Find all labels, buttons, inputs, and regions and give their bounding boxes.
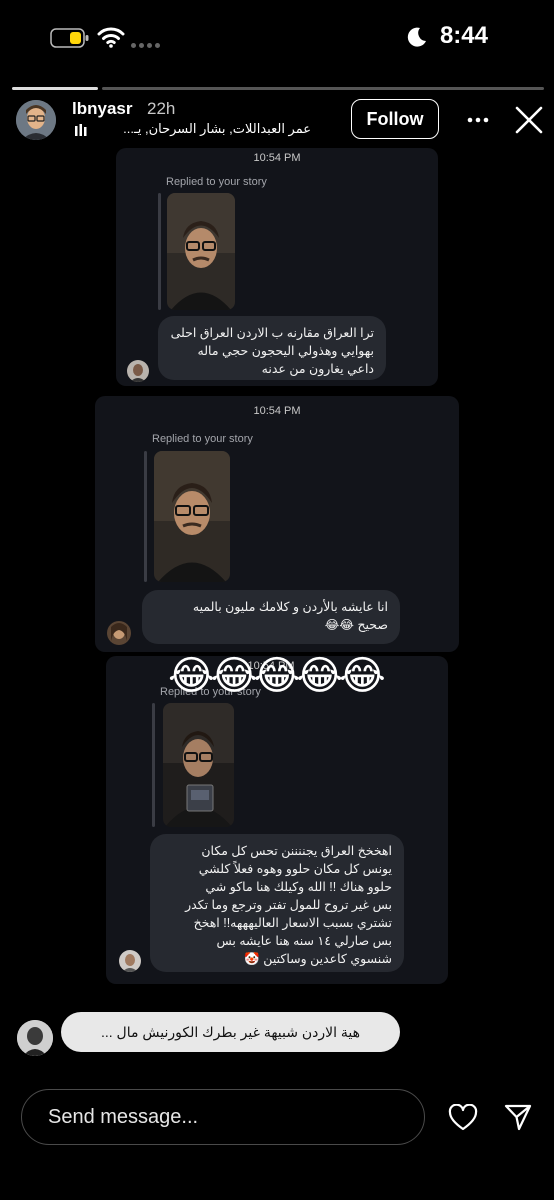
comment-bubble[interactable]: هية الاردن شبيهة غير بطرك الكورنيش مال .…	[61, 1012, 400, 1052]
message-input-placeholder: Send message...	[48, 1106, 199, 1128]
replied-to-story-label: Replied to your story	[166, 176, 267, 188]
emoji-sticker-overlay: 😂😂😂😂😂	[168, 654, 386, 698]
sender-avatar	[119, 950, 141, 972]
status-time: 8:44	[439, 22, 488, 49]
send-icon[interactable]	[503, 1102, 533, 1132]
story-username[interactable]: lbnyasr	[72, 99, 132, 119]
sender-avatar	[107, 621, 131, 645]
more-options-icon[interactable]	[467, 116, 489, 124]
message-timestamp: 10:54 PM	[253, 405, 301, 417]
message-bubble: اهخخخ العراق يجننننن تحس كل مكان يونس كل…	[150, 834, 404, 972]
follow-button[interactable]: Follow	[351, 99, 439, 139]
story-progress-segment	[102, 87, 544, 90]
reply-indicator-line	[158, 193, 161, 310]
story-thumbnail	[167, 193, 235, 310]
cellular-signal-icon	[131, 35, 163, 53]
story-thumbnail	[154, 451, 230, 582]
message-timestamp: 10:54 PM	[253, 152, 301, 164]
story-progress-segment	[12, 87, 98, 90]
replied-to-story-label: Replied to your story	[152, 433, 253, 445]
story-thumbnail	[163, 703, 234, 827]
message-bubble: ترا العراق مقارنه ب الاردن العراق احلى ب…	[158, 316, 386, 380]
story-music-label[interactable]: عمر العبداللات, بشار السرحان, يـ...	[93, 121, 311, 137]
music-bars-icon	[75, 124, 87, 136]
heart-icon[interactable]	[448, 1104, 478, 1132]
moon-icon	[407, 27, 426, 47]
reply-indicator-line	[144, 451, 147, 582]
close-icon[interactable]	[514, 105, 544, 135]
reply-indicator-line	[152, 703, 155, 827]
sender-avatar	[127, 360, 149, 382]
message-bubble: انا عايشه بالأردن و كلامك مليون بالميه ص…	[142, 590, 400, 644]
avatar[interactable]	[16, 100, 56, 140]
story-time-ago: 22h	[147, 99, 176, 118]
wifi-icon	[97, 27, 125, 48]
comment-avatar[interactable]	[17, 1020, 53, 1056]
battery-icon	[50, 28, 89, 48]
